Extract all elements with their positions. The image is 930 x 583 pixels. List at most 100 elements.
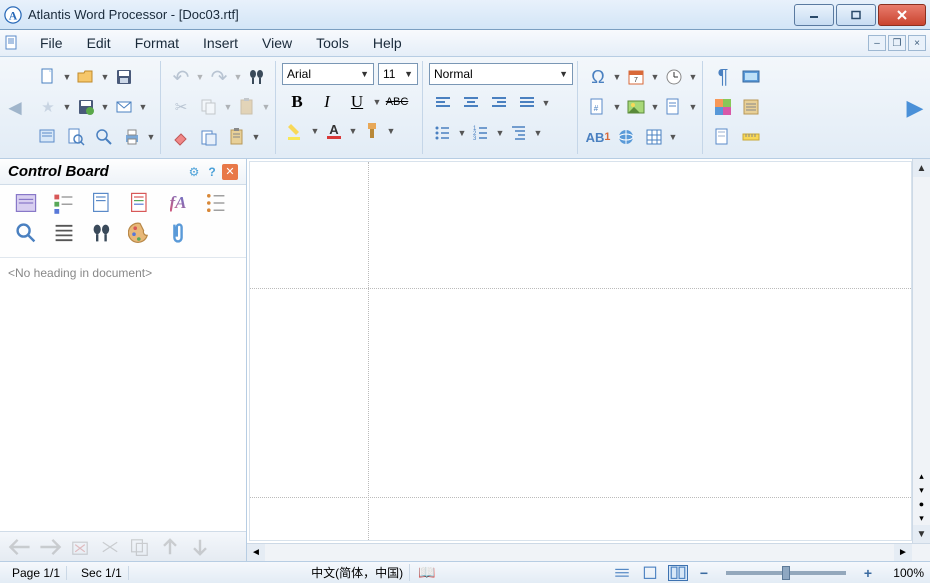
toolbar-prev-button[interactable]: ◄ — [2, 61, 28, 154]
menu-tools[interactable]: Tools — [304, 31, 361, 55]
dropdown-icon[interactable]: ▼ — [62, 72, 72, 82]
zoom-level[interactable]: 100% — [884, 566, 924, 580]
dropdown-icon[interactable]: ▼ — [612, 72, 622, 82]
dropdown-icon[interactable]: ▼ — [62, 102, 72, 112]
dropdown-icon[interactable]: ▼ — [650, 102, 660, 112]
align-justify-button[interactable] — [513, 89, 541, 117]
status-language[interactable]: 中文(简体，中国) — [305, 564, 410, 581]
scroll-left-icon[interactable]: ◄ — [247, 544, 265, 561]
preview-button[interactable] — [62, 123, 90, 151]
zoom-slider[interactable] — [726, 571, 846, 575]
save-button[interactable] — [110, 63, 138, 91]
clipboard-button[interactable] — [223, 123, 251, 151]
field-button[interactable] — [660, 93, 688, 121]
strikethrough-button[interactable]: ABC — [382, 89, 412, 115]
align-left-button[interactable] — [429, 89, 457, 117]
toolbar-next-button[interactable]: ▶ — [902, 61, 928, 154]
bullet-list-button[interactable] — [429, 119, 457, 147]
dropdown-icon[interactable]: ▼ — [251, 132, 261, 142]
undo-button[interactable]: ↶ — [167, 63, 195, 91]
document-page[interactable] — [249, 161, 912, 541]
close-button[interactable] — [878, 4, 926, 26]
menu-help[interactable]: Help — [361, 31, 414, 55]
find-panel-icon[interactable] — [14, 221, 38, 245]
dropdown-icon[interactable]: ▼ — [533, 128, 543, 138]
next-page-icon[interactable]: ▾ — [913, 511, 930, 525]
dropdown-icon[interactable]: ▼ — [138, 102, 148, 112]
menu-view[interactable]: View — [250, 31, 304, 55]
browse-object-icon[interactable]: ● — [913, 497, 930, 511]
dropdown-icon[interactable]: ▼ — [100, 102, 110, 112]
table-button[interactable] — [640, 123, 668, 151]
lists-view-icon[interactable] — [204, 191, 228, 215]
hyperlink-button[interactable] — [612, 123, 640, 151]
nav-down-icon[interactable] — [188, 537, 212, 557]
nav-delete-icon[interactable] — [68, 537, 92, 557]
bookmarks-view-icon[interactable] — [52, 191, 76, 215]
scroll-up-icon[interactable]: ▲ — [913, 159, 930, 177]
dropdown-icon[interactable]: ▼ — [541, 98, 551, 108]
maximize-button[interactable] — [836, 4, 876, 26]
layout-view-button[interactable] — [668, 565, 688, 581]
clip-icon[interactable] — [166, 221, 190, 245]
dropdown-icon[interactable]: ▼ — [223, 102, 233, 112]
zoom-button[interactable] — [90, 123, 118, 151]
email-button[interactable] — [110, 93, 138, 121]
close-panel-icon[interactable]: ✕ — [222, 164, 238, 180]
redo-button[interactable]: ↷ — [205, 63, 233, 91]
page-nav-icon[interactable]: ▾ — [913, 483, 930, 497]
dropdown-icon[interactable]: ▼ — [688, 72, 698, 82]
fullscreen-button[interactable] — [737, 63, 765, 91]
dropdown-icon[interactable]: ▼ — [195, 72, 205, 82]
nav-copy-icon[interactable] — [128, 537, 152, 557]
save-as-button[interactable] — [72, 93, 100, 121]
lines-panel-icon[interactable] — [52, 221, 76, 245]
eraser-button[interactable] — [167, 123, 195, 151]
prev-page-icon[interactable]: ▴ — [913, 469, 930, 483]
menu-format[interactable]: Format — [123, 31, 191, 55]
copy-button[interactable] — [195, 93, 223, 121]
print-view-button[interactable] — [640, 565, 660, 581]
dropdown-icon[interactable]: ▼ — [612, 102, 622, 112]
favorite-button[interactable]: ★ — [34, 93, 62, 121]
multilevel-list-button[interactable] — [505, 119, 533, 147]
font-color-button[interactable]: A — [320, 117, 348, 145]
open-button[interactable] — [72, 63, 100, 91]
bold-button[interactable]: B — [282, 89, 312, 115]
align-center-button[interactable] — [457, 89, 485, 117]
scroll-down-icon[interactable]: ▼ — [913, 525, 930, 543]
navigator-button[interactable] — [709, 123, 737, 151]
footnote-button[interactable]: AB1 — [584, 123, 612, 151]
align-right-button[interactable] — [485, 89, 513, 117]
dropdown-icon[interactable]: ▼ — [233, 72, 243, 82]
book-icon[interactable]: 📖 — [418, 564, 435, 581]
cut-button[interactable]: ✂ — [167, 93, 195, 121]
dropdown-icon[interactable]: ▼ — [688, 102, 698, 112]
date-button[interactable]: 7 — [622, 63, 650, 91]
dropdown-icon[interactable]: ▼ — [457, 128, 467, 138]
palette-icon[interactable] — [128, 221, 152, 245]
nav-back-icon[interactable] — [8, 537, 32, 557]
menu-edit[interactable]: Edit — [75, 31, 123, 55]
menu-insert[interactable]: Insert — [191, 31, 250, 55]
minimize-button[interactable] — [794, 4, 834, 26]
mdi-restore-button[interactable]: ❐ — [888, 35, 906, 51]
dropdown-icon[interactable]: ▼ — [668, 132, 678, 142]
picture-button[interactable] — [622, 93, 650, 121]
dropdown-icon[interactable]: ▼ — [310, 126, 320, 136]
zoom-out-button[interactable]: − — [696, 565, 712, 581]
dropdown-icon[interactable]: ▼ — [650, 72, 660, 82]
scroll-right-icon[interactable]: ► — [894, 544, 912, 561]
horizontal-scrollbar[interactable]: ◄ ► — [247, 543, 930, 561]
vertical-scrollbar[interactable]: ▲ ▴ ▾ ● ▾ ▼ — [912, 159, 930, 543]
styles-view-icon[interactable] — [128, 191, 152, 215]
print-button[interactable] — [118, 123, 146, 151]
italic-button[interactable]: I — [312, 89, 342, 115]
font-view-icon[interactable]: fA — [166, 191, 190, 215]
dropdown-icon[interactable]: ▼ — [146, 132, 156, 142]
options-button[interactable] — [737, 93, 765, 121]
dropdown-icon[interactable]: ▼ — [100, 72, 110, 82]
binoculars-icon[interactable] — [90, 221, 114, 245]
highlight-button[interactable] — [282, 117, 310, 145]
style-combo[interactable]: Normal▼ — [429, 63, 573, 85]
